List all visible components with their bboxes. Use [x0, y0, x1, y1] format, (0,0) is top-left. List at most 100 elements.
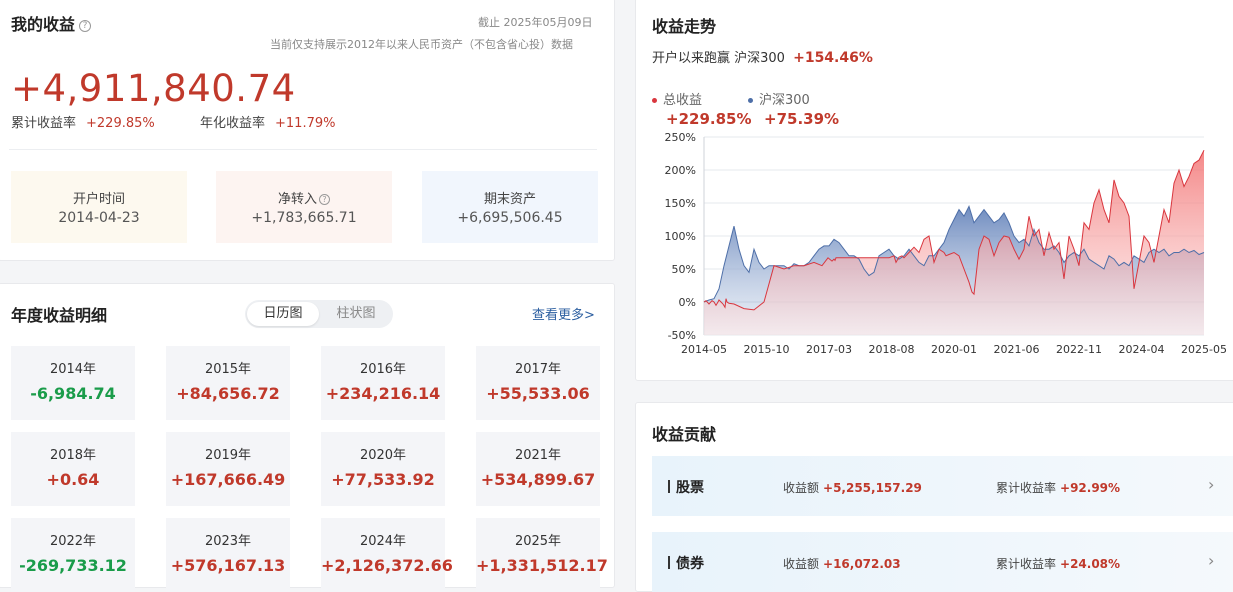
trend-title: 收益走势 — [652, 17, 717, 36]
chevron-right-icon[interactable]: › — [1208, 475, 1214, 494]
legend-value: +75.39% — [764, 110, 840, 128]
year-cell[interactable]: 2022年 -269,733.12 — [11, 518, 135, 592]
year-cell[interactable]: 2014年 -6,984.74 — [11, 346, 135, 420]
year-label: 2020年 — [359, 448, 407, 463]
x-tick-label: 2025-05 — [1181, 343, 1227, 356]
summary-panel: 我的收益? 截止 2025年05月09日 当前仅支持展示2012年以来人民币资产… — [0, 0, 615, 261]
x-tick-label: 2020-01 — [931, 343, 977, 356]
year-value: +0.64 — [46, 470, 100, 489]
year-value: +234,216.14 — [325, 384, 441, 403]
trend-panel: 收益走势 开户以来跑赢 沪深300 +154.46% 总收益 +229.85% … — [635, 0, 1233, 381]
x-tick-label: 2018-08 — [869, 343, 915, 356]
x-tick-label: 2022-11 — [1056, 343, 1102, 356]
y-tick-label: 200% — [665, 164, 696, 177]
open-date-box: 开户时间 2014-04-23 — [11, 171, 187, 243]
rate-label: 累计收益率 — [996, 481, 1057, 495]
legend-total[interactable]: 总收益 +229.85% — [652, 89, 751, 128]
year-label: 2017年 — [514, 362, 562, 377]
annual-rate-label: 年化收益率 — [200, 116, 266, 131]
y-tick-label: 0% — [679, 296, 696, 309]
rate-label: 累计收益率 — [996, 557, 1057, 571]
end-assets-box: 期末资产 +6,695,506.45 — [422, 171, 598, 243]
year-value: +167,666.49 — [170, 470, 286, 489]
year-label: 2025年 — [514, 534, 562, 549]
total-profit: +4,911,840.74 — [11, 67, 296, 110]
contrib-rate: 累计收益率 +92.99% — [996, 479, 1120, 496]
annual-title: 年度收益明细 — [11, 306, 108, 325]
x-tick-label: 2024-04 — [1119, 343, 1165, 356]
year-cell[interactable]: 2017年 +55,533.06 — [476, 346, 600, 420]
contrib-row-bond[interactable]: 债券 收益额 +16,072.03 累计收益率 +24.08% › — [652, 532, 1233, 592]
year-label: 2021年 — [514, 448, 562, 463]
box-label: 期末资产 — [483, 192, 536, 207]
legend-hs300[interactable]: 沪深300 +75.39% — [748, 89, 839, 128]
cum-rate-label: 累计收益率 — [11, 116, 77, 131]
y-tick-label: 250% — [665, 131, 696, 144]
x-tick-label: 2021-06 — [994, 343, 1040, 356]
view-more-link[interactable]: 查看更多> — [532, 304, 595, 323]
amount-label: 收益额 — [783, 557, 820, 571]
trend-chart[interactable]: 250% 200% 150% 100% 50% 0% -50%2014-05 2015-10 2… — [636, 131, 1233, 381]
year-value: +2,126,372.66 — [321, 556, 453, 575]
chart-areas — [703, 149, 1205, 335]
summary-title: 我的收益 — [11, 15, 76, 34]
contrib-rate: 累计收益率 +24.08% — [996, 555, 1120, 572]
year-cell[interactable]: 2025年 +1,331,512.17 — [476, 518, 608, 592]
question-icon[interactable]: ? — [79, 19, 92, 32]
divider — [9, 149, 597, 150]
year-label: 2019年 — [204, 448, 252, 463]
cum-rate-value: +229.85% — [86, 116, 155, 131]
y-tick-label: 100% — [665, 230, 696, 243]
year-value: +55,533.06 — [486, 384, 590, 403]
year-cell[interactable]: 2021年 +534,899.67 — [476, 432, 600, 506]
annual-rate: 年化收益率 +11.79% — [200, 112, 335, 131]
beat-value: +154.46% — [793, 50, 873, 66]
year-cell[interactable]: 2020年 +77,533.92 — [321, 432, 445, 506]
y-tick-label: -50% — [668, 329, 696, 342]
contrib-row-stock[interactable]: 股票 收益额 +5,255,157.29 累计收益率 +92.99% › — [652, 456, 1233, 516]
x-tick-label: 2015-10 — [744, 343, 790, 356]
tab-bar-chart[interactable]: 柱状图 — [321, 302, 391, 326]
year-label: 2023年 — [204, 534, 252, 549]
contrib-name: 股票 — [668, 477, 704, 497]
year-cell[interactable]: 2018年 +0.64 — [11, 432, 135, 506]
year-cell[interactable]: 2019年 +167,666.49 — [166, 432, 290, 506]
box-value: 2014-04-23 — [58, 210, 140, 226]
box-label: 净转入 — [277, 192, 317, 207]
year-value: +77,533.92 — [331, 470, 435, 489]
summary-title-wrap: 我的收益? — [11, 11, 92, 35]
amount-value: +5,255,157.29 — [823, 481, 922, 495]
year-cell[interactable]: 2015年 +84,656.72 — [166, 346, 290, 420]
chevron-right-icon[interactable]: › — [1208, 551, 1214, 570]
year-value: +576,167.13 — [170, 556, 286, 575]
year-value: +534,899.67 — [480, 470, 596, 489]
cum-rate: 累计收益率 +229.85% — [11, 112, 155, 131]
net-inflow-box: 净转入? +1,783,665.71 — [216, 171, 392, 243]
as-of-date: 截止 2025年05月09日 — [478, 16, 593, 29]
beat-summary: 开户以来跑赢 沪深300 +154.46% — [652, 47, 873, 66]
year-label: 2024年 — [359, 534, 407, 549]
legend-name: 沪深300 — [759, 93, 810, 108]
beat-text: 开户以来跑赢 沪深300 — [652, 51, 785, 66]
year-label: 2014年 — [49, 362, 97, 377]
rate-value: +24.08% — [1060, 557, 1121, 571]
legend-value: +229.85% — [666, 110, 752, 128]
year-label: 2018年 — [49, 448, 97, 463]
amount-label: 收益额 — [783, 481, 820, 495]
year-value: +84,656.72 — [176, 384, 280, 403]
tab-calendar[interactable]: 日历图 — [247, 302, 319, 326]
year-cell[interactable]: 2023年 +576,167.13 — [166, 518, 290, 592]
x-tick-label: 2017-03 — [806, 343, 852, 356]
view-toggle: 日历图 柱状图 — [245, 300, 393, 328]
x-tick-label: 2014-05 — [681, 343, 727, 356]
legend-dot — [652, 98, 657, 103]
amount-value: +16,072.03 — [823, 557, 901, 571]
year-cell[interactable]: 2024年 +2,126,372.66 — [321, 518, 453, 592]
box-value: +6,695,506.45 — [457, 210, 563, 226]
question-icon[interactable]: ? — [319, 194, 330, 205]
rate-value: +92.99% — [1060, 481, 1121, 495]
year-cell[interactable]: 2016年 +234,216.14 — [321, 346, 445, 420]
data-scope-note: 当前仅支持展示2012年以来人民币资产（不包含省心投）数据 — [270, 38, 573, 51]
contrib-panel: 收益贡献 股票 收益额 +5,255,157.29 累计收益率 +92.99% › … — [635, 402, 1233, 592]
contrib-amount: 收益额 +5,255,157.29 — [783, 479, 922, 496]
